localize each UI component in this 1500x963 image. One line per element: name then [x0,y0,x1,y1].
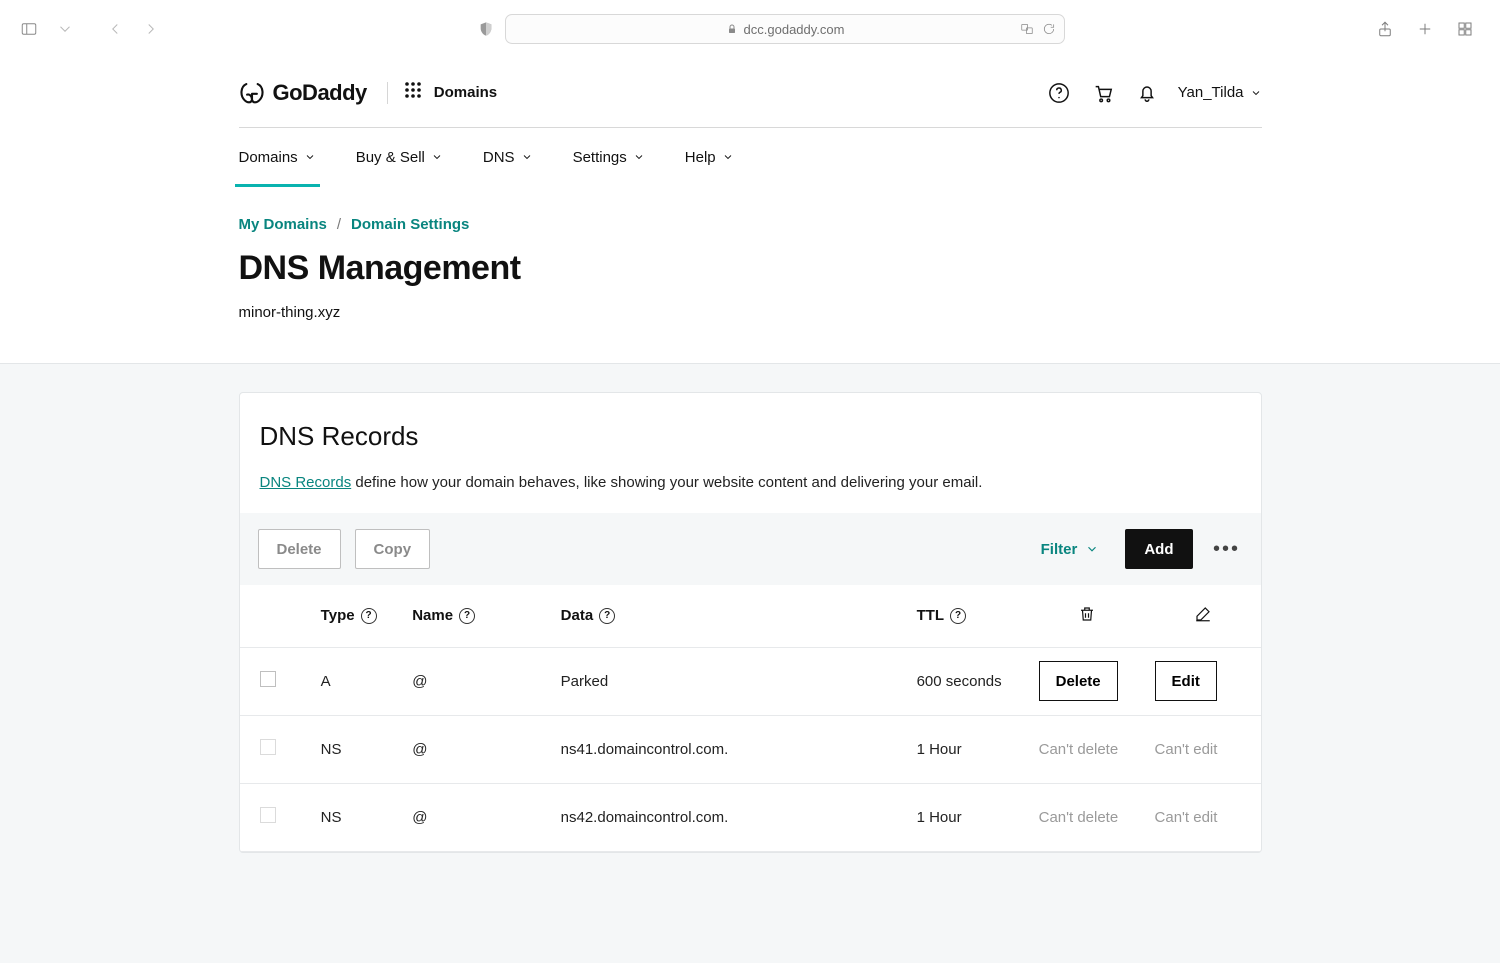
cell-data: Parked [551,647,907,715]
new-tab-icon[interactable] [1410,14,1440,44]
records-toolbar: Delete Copy Filter Add ••• [240,513,1261,585]
row-delete-button[interactable]: Delete [1039,661,1118,701]
user-menu[interactable]: Yan_Tilda [1178,84,1262,101]
cell-data: ns42.domaincontrol.com. [551,783,907,851]
col-data-header: Data [561,607,594,624]
help-icon[interactable] [1048,82,1070,104]
chevron-down-icon [722,151,734,163]
cell-name: @ [402,783,550,851]
cell-ttl: 600 seconds [907,647,1029,715]
row-checkbox [260,739,276,755]
cant-edit-label: Can't edit [1155,741,1218,758]
col-name-header: Name [412,607,453,624]
bulk-copy-button[interactable]: Copy [355,529,431,569]
cant-edit-label: Can't edit [1155,809,1218,826]
cell-ttl: 1 Hour [907,715,1029,783]
table-row: NS@ns42.domaincontrol.com.1 Hour Can't de… [240,783,1261,851]
edit-icon [1194,605,1212,623]
nav-item-buy-sell[interactable]: Buy & Sell [356,128,443,186]
table-row: A@Parked600 secondsDelete Edit [240,647,1261,715]
dns-records-table: Type? Name? Data? TTL? A@Parked600 [240,585,1261,852]
cell-type: A [311,647,403,715]
trash-icon [1078,605,1096,623]
chevron-down-icon[interactable] [50,14,80,44]
main-nav: Domains Buy & Sell DNS Settings Help [239,128,1262,186]
breadcrumb: My Domains / Domain Settings [239,216,1262,233]
godaddy-logo-icon [239,80,265,106]
card-subtitle: DNS Records define how your domain behav… [260,474,1241,491]
apps-switcher[interactable]: Domains [404,81,497,104]
row-checkbox [260,807,276,823]
help-icon[interactable]: ? [459,608,475,624]
page-title: DNS Management [239,249,1262,288]
breadcrumb-domain-settings[interactable]: Domain Settings [351,216,469,233]
brand-name: GoDaddy [273,80,367,106]
table-row: NS@ns41.domaincontrol.com.1 Hour Can't de… [240,715,1261,783]
breadcrumb-my-domains[interactable]: My Domains [239,216,327,233]
breadcrumb-separator: / [337,216,341,233]
bulk-delete-button[interactable]: Delete [258,529,341,569]
help-icon[interactable]: ? [950,608,966,624]
chevron-down-icon [1085,542,1099,556]
add-record-button[interactable]: Add [1125,529,1192,569]
cart-icon[interactable] [1092,82,1114,104]
forward-icon[interactable] [136,14,166,44]
nav-item-dns[interactable]: DNS [483,128,533,186]
browser-chrome: dcc.godaddy.com [0,0,1500,58]
domain-name: minor-thing.xyz [239,304,1262,321]
site-header: GoDaddy Domains Yan_Tilda [239,58,1262,128]
sidebar-toggle-icon[interactable] [14,14,44,44]
apps-label: Domains [434,84,497,101]
cell-data: ns41.domaincontrol.com. [551,715,907,783]
cell-type: NS [311,783,403,851]
cell-type: NS [311,715,403,783]
url-bar[interactable]: dcc.godaddy.com [505,14,1065,44]
nav-item-help[interactable]: Help [685,128,734,186]
lock-icon [726,23,738,35]
username: Yan_Tilda [1178,84,1244,101]
header-divider [387,82,388,104]
help-icon[interactable]: ? [599,608,615,624]
translate-icon[interactable] [1020,22,1034,36]
col-type-header: Type [321,607,355,624]
cant-delete-label: Can't delete [1039,741,1119,758]
chevron-down-icon [521,151,533,163]
chevron-down-icon [633,151,645,163]
nav-item-domains[interactable]: Domains [239,128,316,186]
cell-name: @ [402,647,550,715]
help-icon[interactable]: ? [361,608,377,624]
card-title: DNS Records [260,421,1241,452]
nav-item-settings[interactable]: Settings [573,128,645,186]
brand-logo[interactable]: GoDaddy [239,80,367,106]
row-edit-button[interactable]: Edit [1155,661,1217,701]
cell-name: @ [402,715,550,783]
privacy-shield-icon[interactable] [471,14,501,44]
dns-records-help-link[interactable]: DNS Records [260,474,352,491]
tab-overview-icon[interactable] [1450,14,1480,44]
chevron-down-icon [1250,87,1262,99]
col-ttl-header: TTL [917,607,945,624]
bell-icon[interactable] [1136,82,1158,104]
share-icon[interactable] [1370,14,1400,44]
cell-ttl: 1 Hour [907,783,1029,851]
row-checkbox[interactable] [260,671,276,687]
reload-icon[interactable] [1042,22,1056,36]
back-icon[interactable] [100,14,130,44]
dns-records-card: DNS Records DNS Records define how your … [239,392,1262,853]
chevron-down-icon [304,151,316,163]
more-actions-icon[interactable]: ••• [1211,538,1243,561]
apps-grid-icon [404,81,422,104]
filter-button[interactable]: Filter [1041,541,1100,558]
chevron-down-icon [431,151,443,163]
url-host: dcc.godaddy.com [744,22,845,37]
cant-delete-label: Can't delete [1039,809,1119,826]
